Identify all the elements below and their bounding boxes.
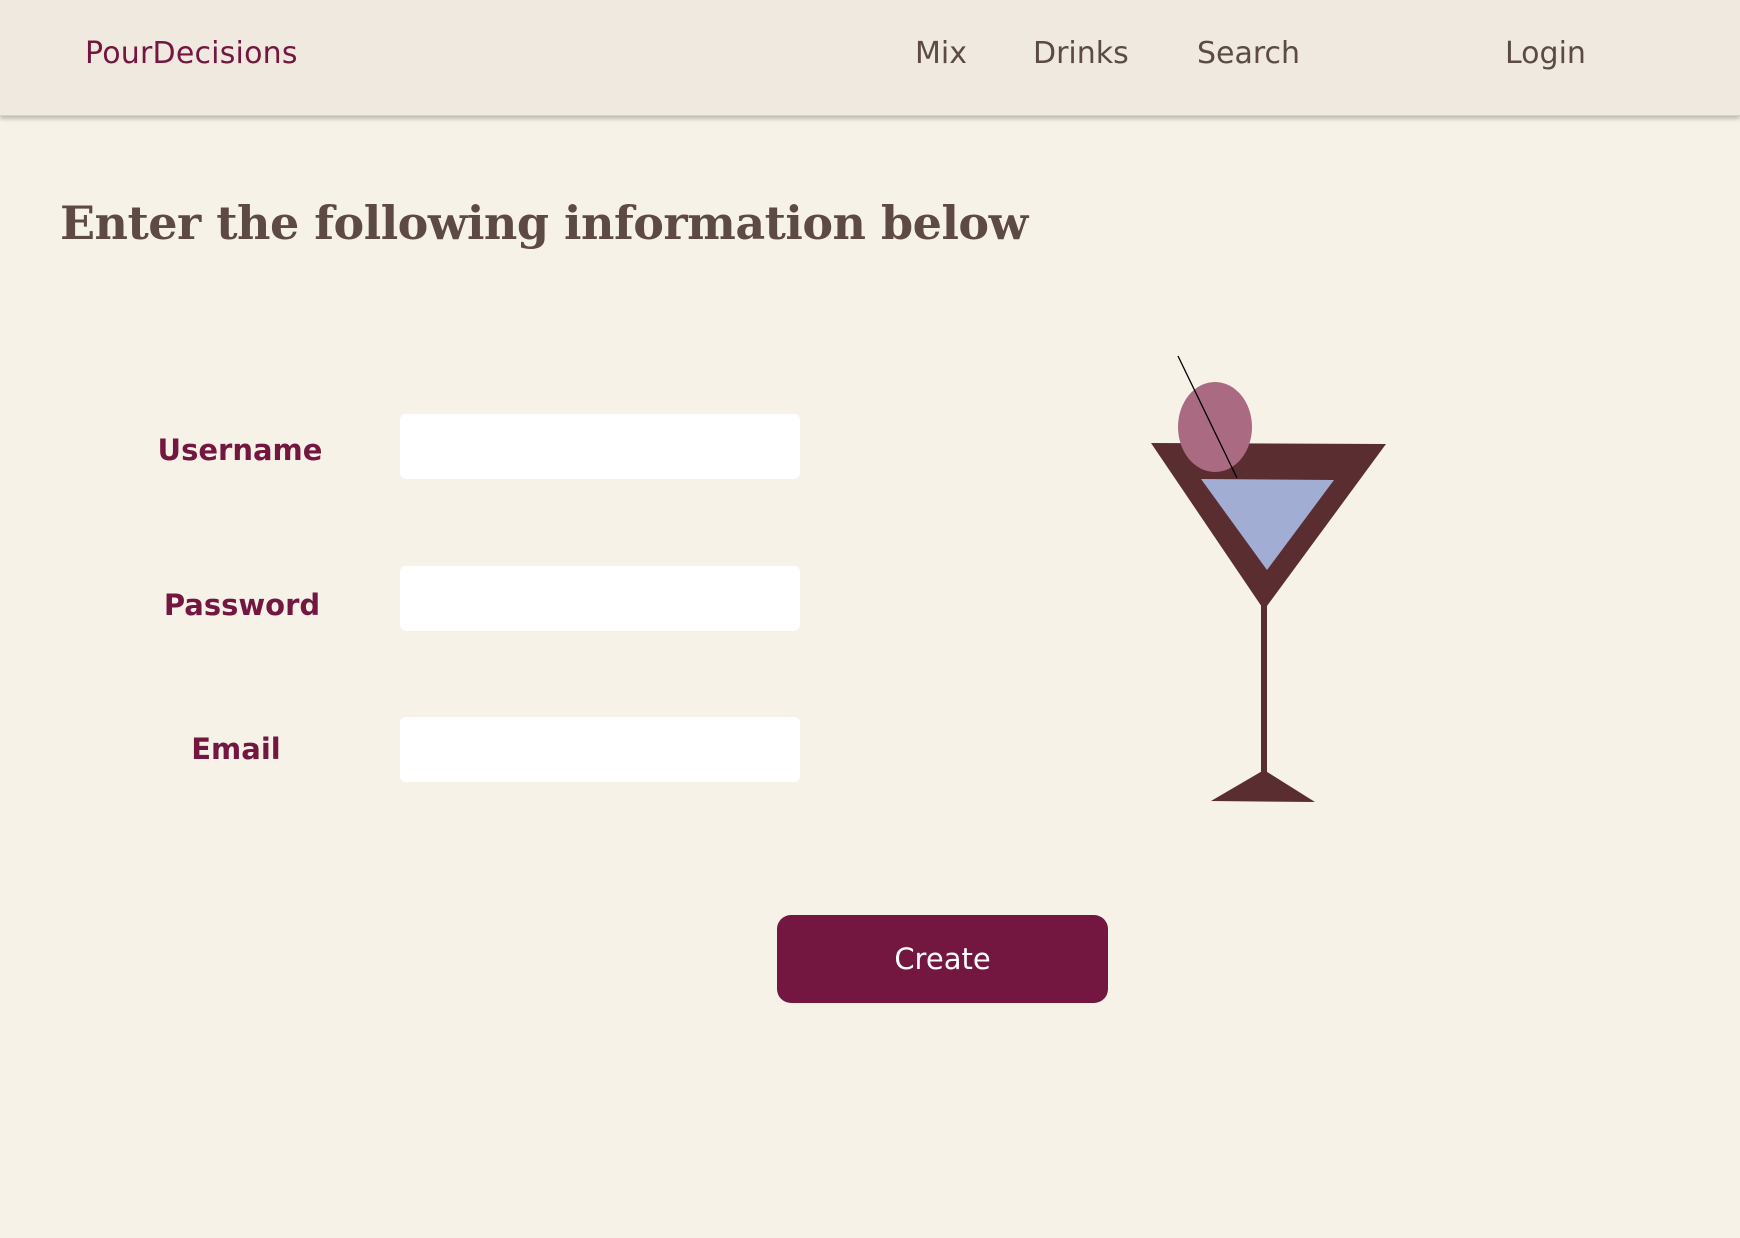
navbar: PourDecisions Mix Drinks Search Login <box>0 0 1740 116</box>
olive-icon <box>1178 382 1252 472</box>
martini-glass-icon <box>1151 355 1386 802</box>
email-input[interactable] <box>400 717 800 782</box>
glass-stem <box>1261 602 1267 774</box>
brand-logo[interactable]: PourDecisions <box>85 36 298 71</box>
username-label: Username <box>157 433 323 467</box>
nav-link-search[interactable]: Search <box>1197 36 1300 71</box>
email-label: Email <box>191 732 281 766</box>
nav-link-login[interactable]: Login <box>1505 36 1586 71</box>
glass-base <box>1211 770 1315 802</box>
nav-link-drinks[interactable]: Drinks <box>1033 36 1129 71</box>
password-input[interactable] <box>400 566 800 631</box>
nav-link-mix[interactable]: Mix <box>915 36 967 71</box>
username-input[interactable] <box>400 414 800 479</box>
password-label: Password <box>163 588 321 622</box>
page-title: Enter the following information below <box>60 196 1028 250</box>
create-button[interactable]: Create <box>777 915 1108 1003</box>
